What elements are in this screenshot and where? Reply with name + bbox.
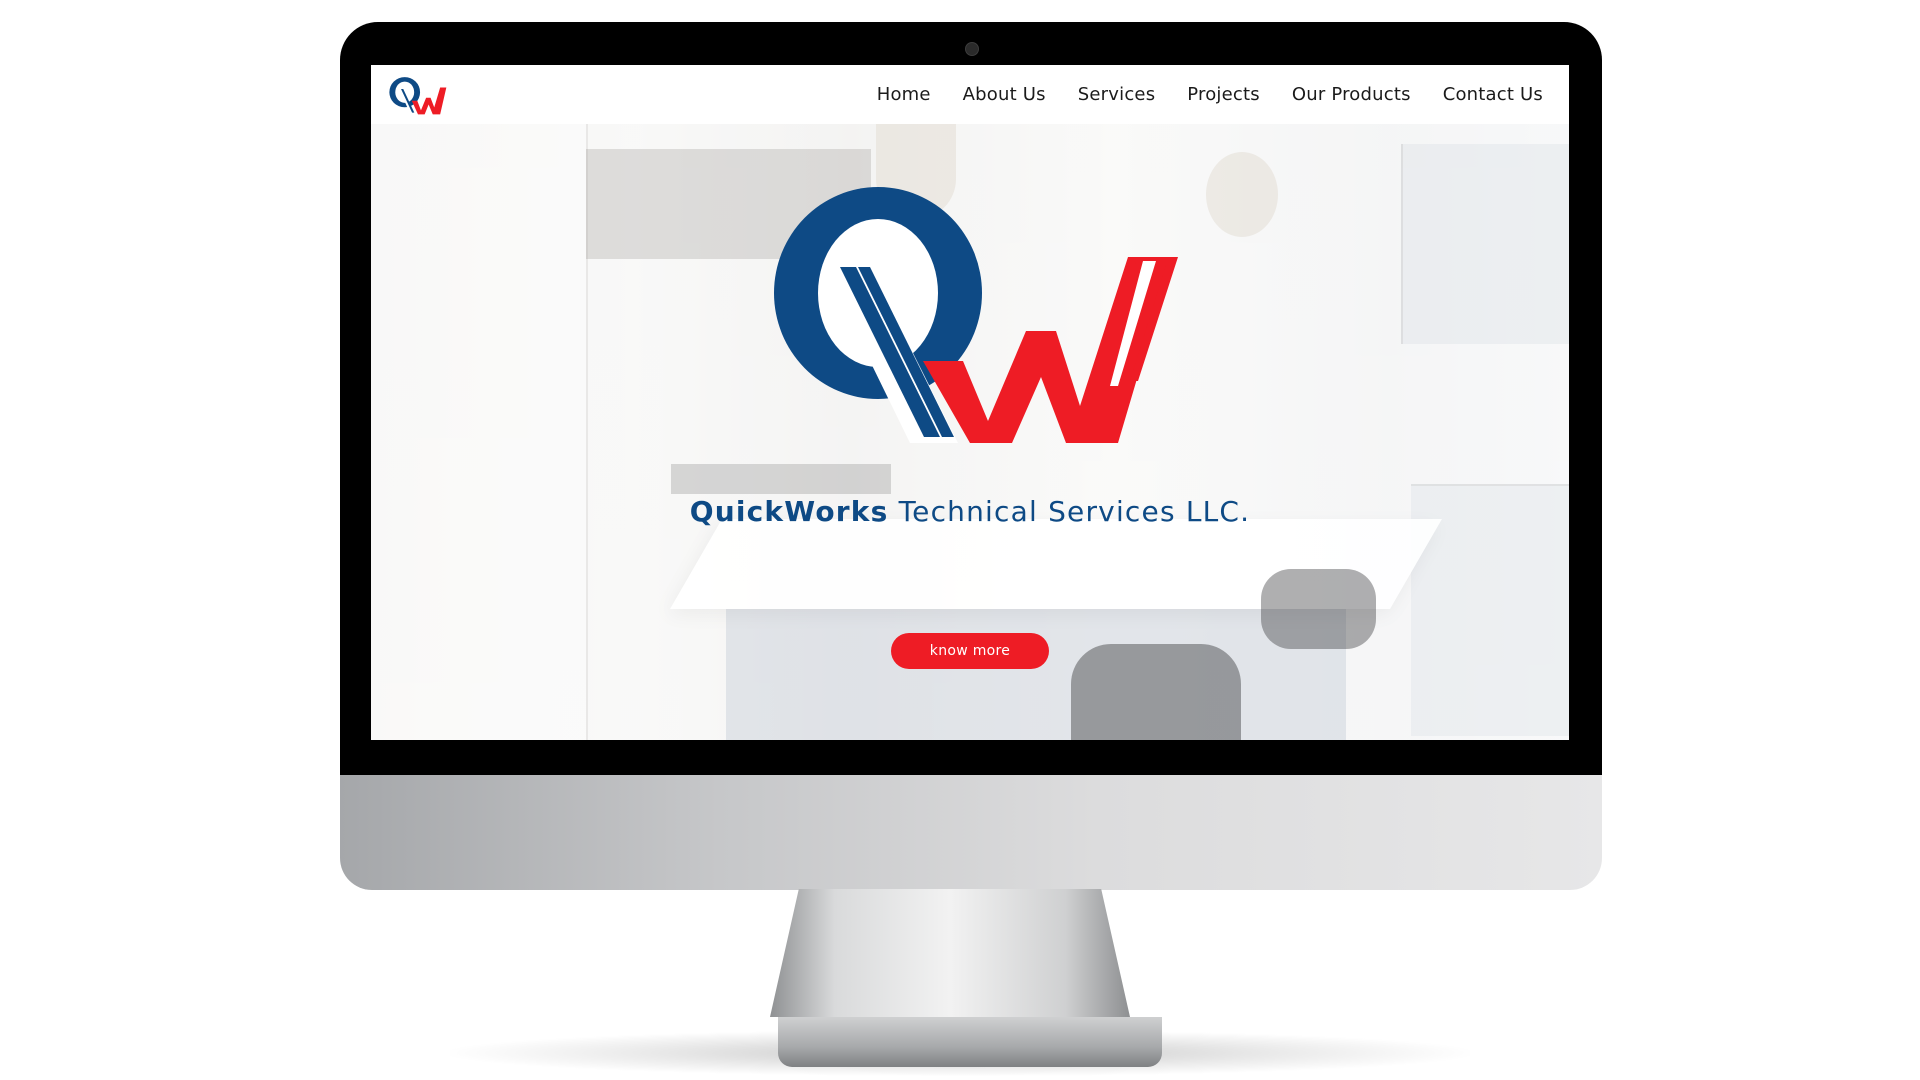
nav-home[interactable]: Home [877,84,931,105]
company-name: QuickWorks Technical Services LLC. [371,495,1569,528]
kitchen-stove [671,464,891,494]
main-navigation: Home About Us Services Projects Our Prod… [877,65,1543,124]
know-more-button[interactable]: know more [891,633,1049,669]
bar-stool [1261,569,1376,649]
website-screen: Home About Us Services Projects Our Prod… [371,65,1569,740]
nav-about-us[interactable]: About Us [963,84,1046,105]
kitchen-cabinet [371,124,588,740]
monitor-stand-foot [778,1017,1162,1067]
nav-services[interactable]: Services [1078,84,1156,105]
qw-logo-icon[interactable] [387,73,449,117]
monitor-chin [340,775,1602,890]
bar-stool [1071,644,1241,740]
nav-our-products[interactable]: Our Products [1292,84,1411,105]
kitchen-island [726,609,1346,740]
company-name-bold: QuickWorks [689,495,889,528]
company-name-regular: Technical Services LLC. [898,495,1251,528]
monitor-bezel: Home About Us Services Projects Our Prod… [340,22,1602,775]
nav-projects[interactable]: Projects [1187,84,1260,105]
qw-hero-logo-icon [774,187,1178,443]
site-header: Home About Us Services Projects Our Prod… [371,65,1569,124]
monitor-stand-neck [770,889,1130,1017]
webcam-icon [965,42,979,56]
nav-contact-us[interactable]: Contact Us [1443,84,1543,105]
kitchen-shelf [1401,144,1569,344]
pendant-lamp [1206,152,1278,237]
desktop-monitor-mockup: Home About Us Services Projects Our Prod… [340,22,1602,890]
